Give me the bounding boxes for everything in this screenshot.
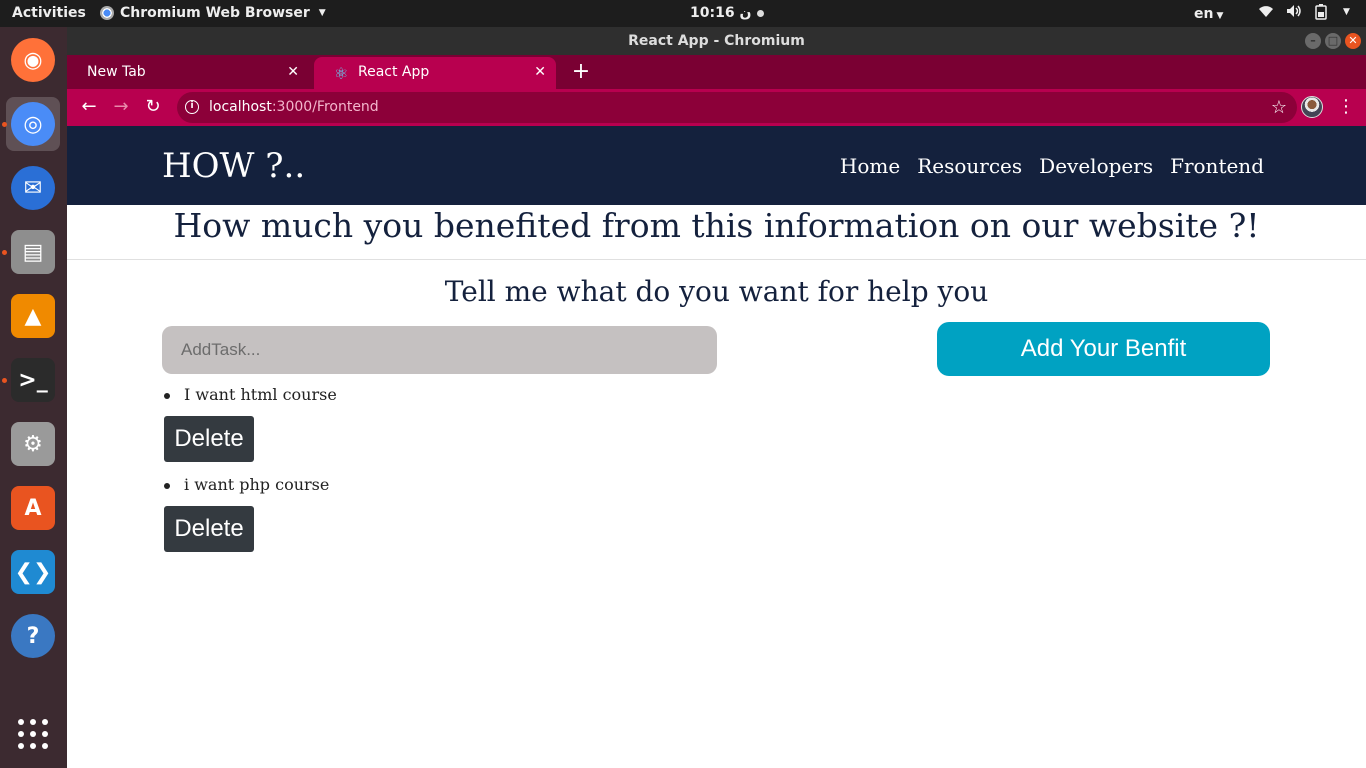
system-tray[interactable]: ▼ xyxy=(1258,4,1350,24)
wifi-icon xyxy=(1258,4,1274,24)
close-icon[interactable]: ✕ xyxy=(287,57,299,87)
running-indicator-icon xyxy=(2,250,7,255)
task-text: i want php course xyxy=(184,475,330,494)
dock-files-launcher[interactable]: ▤ xyxy=(6,225,60,279)
files-icon: ▤ xyxy=(11,230,55,274)
site-navbar: HOW ?.. Home Resources Developers Fronte… xyxy=(67,126,1366,205)
close-window-button[interactable]: ✕ xyxy=(1345,33,1361,49)
web-page: HOW ?.. Home Resources Developers Fronte… xyxy=(67,126,1366,768)
browser-toolbar: ← → ↻ i localhost:3000/Frontend ☆ ⋮ xyxy=(67,89,1366,126)
delete-button[interactable]: Delete xyxy=(164,416,254,462)
dock-help-launcher[interactable]: ? xyxy=(6,609,60,663)
dock-software-launcher[interactable]: A xyxy=(6,481,60,535)
bullet-icon xyxy=(164,393,170,399)
close-icon[interactable]: ✕ xyxy=(534,57,546,87)
tab-label: React App xyxy=(358,64,430,80)
delete-button[interactable]: Delete xyxy=(164,506,254,552)
dock-vlc-launcher[interactable]: ▲ xyxy=(6,289,60,343)
address-bar[interactable]: i localhost:3000/Frontend ☆ xyxy=(177,92,1297,123)
minimize-button[interactable]: – xyxy=(1305,33,1321,49)
nav-link-frontend[interactable]: Frontend xyxy=(1170,152,1264,180)
forward-button[interactable]: → xyxy=(108,94,134,120)
app-menu[interactable]: Chromium Web Browser ▼ xyxy=(100,5,326,21)
dock: ◉ ◎ ✉ ▤ ▲ >_ ⚙ A ❮❯? xyxy=(0,27,67,768)
dock-vscode-launcher[interactable]: ❮❯ xyxy=(6,545,60,599)
system-top-bar: Activities Chromium Web Browser ▼ 10:16 … xyxy=(0,0,1366,27)
dock-settings-launcher[interactable]: ⚙ xyxy=(6,417,60,471)
add-benefit-button[interactable]: Add Your Benfit xyxy=(937,322,1270,376)
settings-icon: ⚙ xyxy=(11,422,55,466)
profile-avatar[interactable] xyxy=(1301,96,1323,118)
tab-strip: New Tab ✕ ⚛ React App ✕ + xyxy=(67,55,1366,89)
list-item: i want php course Delete xyxy=(162,471,762,561)
clock[interactable]: 10:16 ن xyxy=(690,5,765,21)
list-item: I want html course Delete xyxy=(162,381,762,471)
vlc-icon: ▲ xyxy=(11,294,55,338)
chevron-down-icon: ▼ xyxy=(1343,7,1350,17)
task-text: I want html course xyxy=(184,385,337,404)
page-headline: How much you benefited from this informa… xyxy=(67,205,1366,260)
software-icon: A xyxy=(11,486,55,530)
nav-link-home[interactable]: Home xyxy=(840,152,900,180)
back-button[interactable]: ← xyxy=(76,94,102,120)
thunderbird-icon: ✉ xyxy=(11,166,55,210)
app-menu-label: Chromium Web Browser xyxy=(120,5,310,21)
bullet-icon xyxy=(164,483,170,489)
window-title: React App - Chromium xyxy=(628,33,805,49)
site-info-icon[interactable]: i xyxy=(185,100,199,114)
maximize-button[interactable]: □ xyxy=(1325,33,1341,49)
chromium-icon xyxy=(100,6,114,20)
dock-chromium-launcher[interactable]: ◎ xyxy=(6,97,60,151)
show-applications-button[interactable] xyxy=(6,707,60,761)
tab-new-tab[interactable]: New Tab ✕ xyxy=(67,57,309,89)
notification-dot-icon xyxy=(757,9,765,17)
input-language-menu[interactable]: en ▼ xyxy=(1194,6,1223,22)
nav-link-resources[interactable]: Resources xyxy=(917,152,1022,180)
running-indicator-icon xyxy=(2,378,7,383)
tab-label: New Tab xyxy=(87,64,146,80)
window-title-bar[interactable]: React App - Chromium – □ ✕ xyxy=(67,27,1366,55)
add-task-input[interactable] xyxy=(162,326,717,374)
activities-button[interactable]: Activities xyxy=(12,5,86,21)
dock-thunderbird-launcher[interactable]: ✉ xyxy=(6,161,60,215)
chromium-icon: ◎ xyxy=(11,102,55,146)
tab-react-app[interactable]: ⚛ React App ✕ xyxy=(314,57,556,89)
new-tab-button[interactable]: + xyxy=(567,55,595,89)
clock-label: 10:16 ن xyxy=(690,5,752,21)
url-host: localhost xyxy=(209,99,272,115)
nav-link-developers[interactable]: Developers xyxy=(1039,152,1153,180)
react-icon: ⚛ xyxy=(334,64,349,83)
dock-terminal-launcher[interactable]: >_ xyxy=(6,353,60,407)
volume-icon xyxy=(1286,4,1302,24)
nav-links: Home Resources Developers Frontend xyxy=(840,152,1264,180)
site-brand[interactable]: HOW ?.. xyxy=(162,145,305,187)
app-grid-icon xyxy=(18,719,48,749)
vscode-icon: ❮❯ xyxy=(11,550,55,594)
chevron-down-icon: ▼ xyxy=(318,8,326,18)
battery-icon xyxy=(1314,4,1328,24)
kebab-menu-icon[interactable]: ⋮ xyxy=(1337,94,1355,120)
running-indicator-icon xyxy=(2,122,7,127)
language-label: en xyxy=(1194,6,1214,22)
chevron-down-icon: ▼ xyxy=(1216,11,1224,21)
dock-firefox-launcher[interactable]: ◉ xyxy=(6,33,60,87)
page-subheading: Tell me what do you want for help you xyxy=(444,275,989,308)
firefox-icon: ◉ xyxy=(11,38,55,82)
terminal-icon: >_ xyxy=(11,358,55,402)
bookmark-star-icon[interactable]: ☆ xyxy=(1271,92,1287,123)
url-path: :3000/Frontend xyxy=(271,99,379,115)
help-icon: ? xyxy=(11,614,55,658)
reload-button[interactable]: ↻ xyxy=(140,94,166,120)
task-list: I want html course Delete i want php cou… xyxy=(162,381,762,561)
